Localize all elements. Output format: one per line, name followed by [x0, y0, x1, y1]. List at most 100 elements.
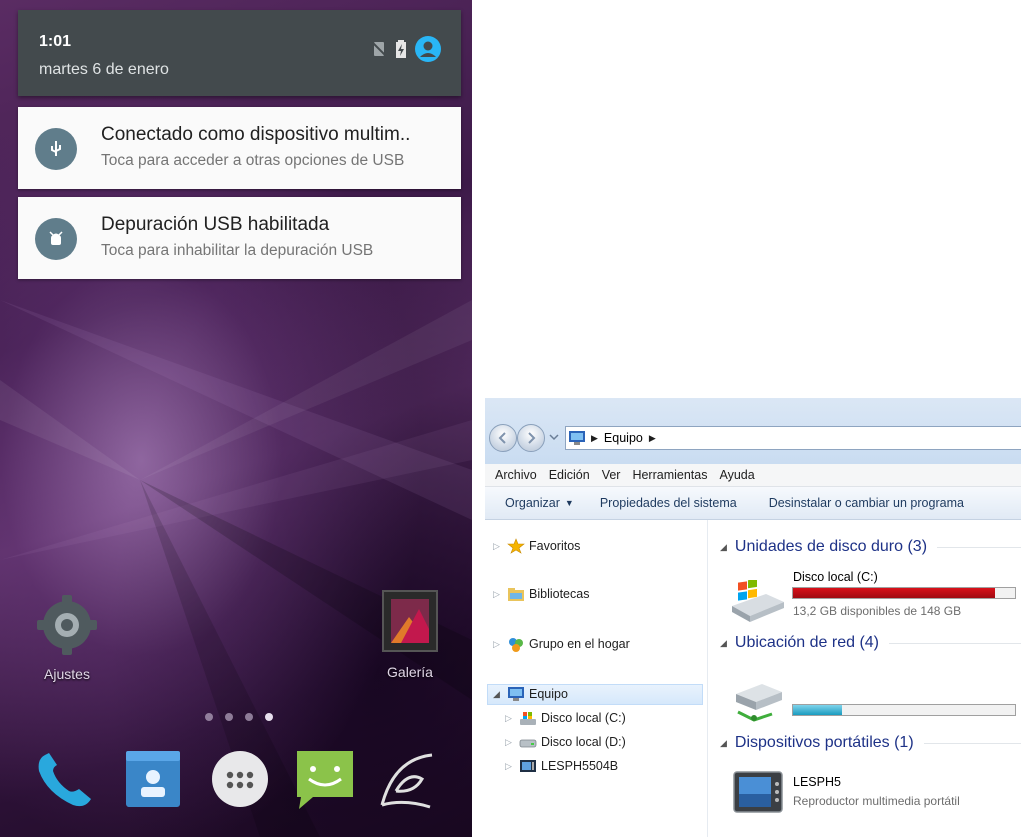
group-title: Ubicación de red (4) [734, 634, 879, 651]
network-drive-icon [736, 684, 782, 722]
status-time: 1:01 [39, 33, 72, 50]
group-title: Unidades de disco duro (3) [734, 538, 928, 555]
nav-libraries[interactable]: ▷ Bibliotecas [493, 586, 589, 602]
breadcrumb-separator-icon[interactable]: ▶ [649, 433, 656, 444]
network-drive-usage-fill [793, 705, 842, 715]
apps-drawer-icon[interactable] [210, 749, 270, 809]
network-drive-usage-bar [792, 704, 1016, 716]
notification-shade-header: 1:01 martes 6 de enero [18, 10, 461, 96]
page-dot [225, 713, 233, 721]
notification-usb-debugging[interactable]: Depuración USB habilitada Toca para inha… [18, 197, 461, 279]
system-properties-button[interactable]: Propiedades del sistema [600, 496, 737, 510]
expand-arrow-icon[interactable]: ▷ [505, 713, 515, 724]
drive-c-name[interactable]: Disco local (C:) [793, 570, 878, 584]
device-type: Reproductor multimedia portátil [793, 794, 960, 808]
collapse-group-icon[interactable]: ◢ [720, 542, 727, 553]
collapse-group-icon[interactable]: ◢ [720, 638, 727, 649]
expand-arrow-icon[interactable]: ▷ [505, 737, 515, 748]
app-label: Ajustes [44, 666, 90, 682]
command-bar: Organizar ▼ Propiedades del sistema Desi… [485, 487, 1021, 520]
computer-icon [508, 687, 524, 701]
nav-disk-d[interactable]: ▷ Disco local (D:) [505, 734, 626, 750]
nav-label: Disco local (C:) [541, 711, 626, 725]
address-bar[interactable]: ▶ Equipo ▶ [565, 426, 1021, 450]
notification-subtitle: Toca para inhabilitar la depuración USB [101, 242, 374, 259]
group-divider [889, 642, 1021, 644]
group-network[interactable]: ◢ Ubicación de red (4) [720, 634, 1021, 652]
content-pane: ◢ Unidades de disco duro (3) Disco local… [708, 520, 1021, 837]
nav-label: Disco local (D:) [541, 735, 626, 749]
notification-title: Depuración USB habilitada [101, 214, 330, 235]
drive-c-usage-fill [793, 588, 996, 598]
no-sim-icon [371, 41, 387, 57]
homegroup-icon [509, 638, 523, 652]
explorer-window: ▶ Equipo ▶ Archivo Edición Ver Herramien… [485, 398, 1021, 837]
back-button[interactable] [489, 424, 517, 452]
uninstall-program-button[interactable]: Desinstalar o cambiar un programa [769, 496, 964, 510]
menu-bar: Archivo Edición Ver Herramientas Ayuda [485, 464, 1021, 487]
nav-label: Equipo [529, 687, 568, 701]
media-player-icon [733, 771, 783, 813]
history-dropdown-icon[interactable] [549, 433, 559, 441]
menu-ver[interactable]: Ver [602, 468, 621, 482]
nav-device[interactable]: ▷ LESPH5504B [505, 758, 618, 774]
back-arrow-icon [498, 432, 506, 444]
contacts-icon[interactable] [124, 749, 184, 809]
android-debug-icon [35, 218, 77, 260]
nav-homegroup[interactable]: ▷ Grupo en el hogar [493, 636, 630, 652]
notification-subtitle: Toca para acceder a otras opciones de US… [101, 152, 405, 169]
computer-icon [569, 431, 585, 445]
nav-computer[interactable]: ◢ Equipo [493, 686, 568, 702]
breadcrumb-equipo[interactable]: Equipo [604, 431, 643, 445]
expand-arrow-icon[interactable]: ▷ [493, 541, 503, 552]
forward-arrow-icon [528, 432, 536, 444]
nav-label: Bibliotecas [529, 587, 590, 601]
android-screen: 1:01 martes 6 de enero Conectado como di… [0, 0, 472, 837]
group-divider [923, 742, 1021, 744]
expand-arrow-icon[interactable]: ▷ [493, 639, 503, 650]
phone-icon[interactable] [33, 749, 99, 811]
battery-icon [396, 40, 406, 58]
status-date: martes 6 de enero [39, 61, 169, 78]
page-dot [245, 713, 253, 721]
page-indicator [205, 713, 273, 721]
nav-favorites[interactable]: ▷ Favoritos [493, 538, 580, 554]
notification-usb-connected[interactable]: Conectado como dispositivo multim.. Toca… [18, 107, 461, 189]
nav-label: LESPH5504B [541, 759, 619, 773]
star-icon [507, 538, 525, 554]
nav-label: Favoritos [529, 539, 581, 553]
notification-title: Conectado como dispositivo multim.. [101, 124, 411, 145]
page-dot [205, 713, 213, 721]
collapse-group-icon[interactable]: ◢ [720, 738, 727, 749]
app-label: Galería [387, 664, 433, 680]
forward-button[interactable] [517, 424, 545, 452]
app-settings[interactable]: Ajustes [30, 593, 104, 682]
nav-disk-c[interactable]: ▷ Disco local (C:) [505, 710, 626, 726]
drive-c-usage-bar [792, 587, 1016, 599]
libraries-icon [508, 588, 524, 601]
menu-herramientas[interactable]: Herramientas [632, 468, 707, 482]
menu-archivo[interactable]: Archivo [495, 468, 537, 482]
drive-c-free-space: 13,2 GB disponibles de 148 GB [793, 604, 962, 618]
group-title: Dispositivos portátiles (1) [734, 734, 914, 751]
system-drive-icon [732, 580, 784, 622]
settings-gear-icon [37, 595, 97, 655]
expand-arrow-icon[interactable]: ▷ [505, 761, 515, 772]
chevron-down-icon: ▼ [564, 498, 574, 508]
messaging-icon[interactable] [293, 749, 359, 811]
group-hard-disks[interactable]: ◢ Unidades de disco duro (3) [720, 538, 1021, 556]
user-account-icon[interactable] [415, 36, 441, 62]
menu-ayuda[interactable]: Ayuda [719, 468, 754, 482]
address-area: ▶ Equipo ▶ [485, 398, 1021, 464]
media-player-icon [520, 760, 536, 772]
group-divider [937, 546, 1021, 548]
browser-icon[interactable] [374, 749, 440, 811]
menu-edicion[interactable]: Edición [549, 468, 590, 482]
nav-label: Grupo en el hogar [529, 637, 630, 651]
collapse-arrow-icon[interactable]: ◢ [493, 689, 503, 700]
expand-arrow-icon[interactable]: ▷ [493, 589, 503, 600]
group-portable-devices[interactable]: ◢ Dispositivos portátiles (1) [720, 734, 1021, 752]
app-gallery[interactable]: Galería [368, 589, 452, 680]
device-name[interactable]: LESPH5 [793, 775, 841, 789]
organize-button[interactable]: Organizar [505, 496, 560, 510]
